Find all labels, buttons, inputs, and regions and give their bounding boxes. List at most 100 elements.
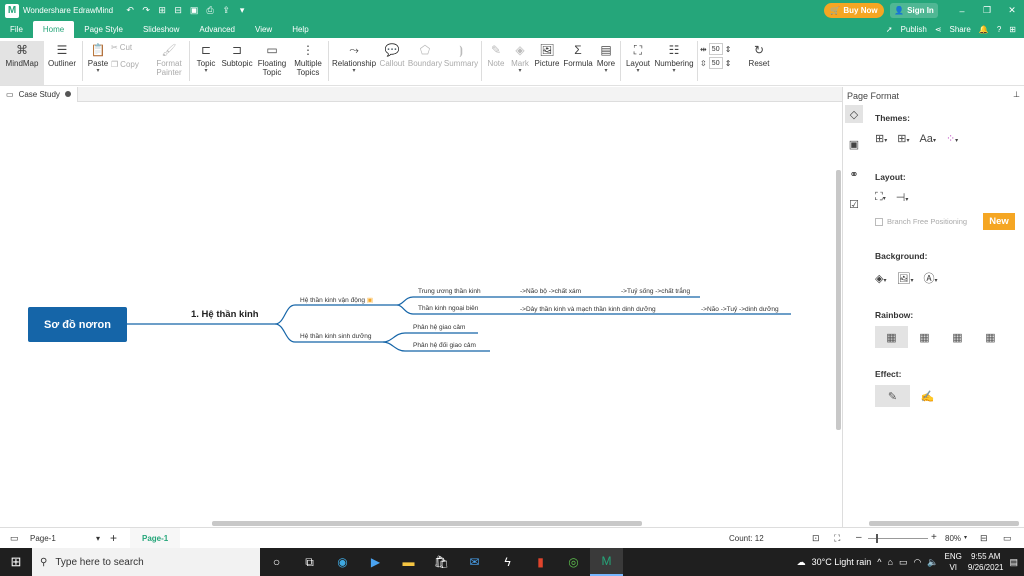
- chevron-down-icon[interactable]: ▾: [964, 534, 967, 541]
- rainbow-row: ▦ ▦ ▦ ▦: [875, 326, 1007, 348]
- branch-free-positioning[interactable]: Branch Free Positioning: [875, 217, 967, 226]
- connector-branch-1-sub-1: [396, 296, 493, 306]
- new-badge: New: [983, 213, 1015, 230]
- winamp-icon[interactable]: ϟ: [491, 548, 524, 576]
- clock[interactable]: 9:55 AM 9/26/2021: [968, 551, 1004, 573]
- main-topic[interactable]: 1. Hệ thần kinh: [191, 309, 259, 320]
- layout-row: ⛶▾ ⊣▾: [875, 191, 908, 204]
- page-format-panel: Page Format ⊥ ◇ ▣ ⚭ ☑ Themes: ⊞▾ ⊞▾ Aa▾ …: [842, 87, 1024, 527]
- connector-branch-1: [274, 304, 397, 325]
- page-select[interactable]: Page-1 ▾: [30, 532, 100, 545]
- theme-layout-icon[interactable]: ⊞▾: [897, 132, 909, 145]
- zoom-out-icon[interactable]: –: [856, 532, 862, 543]
- canvas-vertical-scrollbar[interactable]: [836, 170, 841, 430]
- file-explorer-icon[interactable]: ▬: [392, 548, 425, 576]
- branch-free-label: Branch Free Positioning: [887, 217, 968, 226]
- color-scheme-icon[interactable]: ⁘▾: [946, 132, 958, 145]
- clipart-tab-icon[interactable]: ▣: [845, 135, 863, 153]
- fullscreen-icon[interactable]: ⛶: [834, 533, 840, 544]
- fit-page-icon[interactable]: ⊡: [812, 533, 820, 544]
- branch-free-checkbox[interactable]: [875, 217, 883, 226]
- language-indicator[interactable]: ENG VI: [945, 551, 962, 573]
- volume-icon[interactable]: 🔈: [927, 557, 938, 568]
- structure-icon[interactable]: ⛶▾: [875, 191, 886, 204]
- topic-branch-2-sub-1[interactable]: Phân hệ giao cảm: [413, 324, 465, 331]
- connector-style-icon[interactable]: ⊣▾: [896, 191, 909, 204]
- topic-sub-1-a[interactable]: ->Não bộ ->chất xám: [520, 288, 581, 295]
- effect-pen-icon[interactable]: ✎: [875, 385, 910, 407]
- chevron-down-icon: ▾: [95, 534, 100, 543]
- format-tab-icon[interactable]: ⚭: [845, 165, 863, 183]
- topic-branch-1-label: Hệ thần kinh vận động: [300, 297, 366, 304]
- topic-sub-1-b[interactable]: ->Tuỷ sống ->chất trắng: [621, 288, 690, 295]
- add-page-icon[interactable]: +: [110, 531, 117, 545]
- page-panel-icon[interactable]: ▭: [10, 533, 19, 544]
- themes-row: ⊞▾ ⊞▾ Aa▾ ⁘▾: [875, 132, 958, 146]
- wifi-icon[interactable]: ◠: [913, 557, 921, 568]
- page-select-value: Page-1: [30, 534, 56, 543]
- topic-sub-2-b[interactable]: ->Não ->Tuỷ ->dinh dưỡng: [701, 306, 779, 313]
- effect-handdrawn-icon[interactable]: ✍: [910, 385, 945, 407]
- background-image-icon[interactable]: 🖼▾: [896, 272, 913, 285]
- zoom-level[interactable]: 80%: [945, 534, 961, 543]
- clock-time: 9:55 AM: [971, 552, 1001, 561]
- media-player-icon[interactable]: ▶: [359, 548, 392, 576]
- clock-date: 9/26/2021: [967, 563, 1004, 572]
- edrawmind-taskbar-icon[interactable]: M: [590, 548, 623, 576]
- layout-title: Layout:: [875, 172, 906, 182]
- windows-taskbar: ⊞ ⚲ Type here to search ○ ⧉ ◉ ▶ ▬ 🛍 ✉ ϟ …: [0, 548, 1024, 576]
- rainbow-option-2-icon[interactable]: ▦: [908, 326, 941, 348]
- rainbow-title: Rainbow:: [875, 310, 914, 320]
- page-format-tab-icon[interactable]: ◇: [845, 105, 863, 123]
- zoom-in-icon[interactable]: +: [931, 532, 937, 543]
- background-title: Background:: [875, 251, 928, 261]
- rainbow-option-4-icon[interactable]: ▦: [974, 326, 1007, 348]
- notifications-icon[interactable]: ▤: [1009, 557, 1018, 568]
- effect-title: Effect:: [875, 369, 902, 379]
- topic-branch-1[interactable]: Hệ thần kinh vận động ▣: [300, 296, 373, 304]
- pin-icon[interactable]: ⊥: [1013, 90, 1020, 99]
- search-placeholder: Type here to search: [55, 556, 144, 568]
- search-icon: ⚲: [40, 556, 48, 568]
- topic-sub-2-a[interactable]: ->Dây thần kinh và mạch thần kinh dinh d…: [520, 306, 656, 313]
- presentation-icon[interactable]: ▭: [1003, 533, 1012, 544]
- mail-icon[interactable]: ✉: [458, 548, 491, 576]
- rainbow-option-1-icon[interactable]: ▦: [875, 326, 908, 348]
- effect-row: ✎ ✍: [875, 385, 945, 407]
- fit-window-icon[interactable]: ⊟: [980, 533, 988, 544]
- topic-branch-2[interactable]: Hệ thần kinh sinh dưỡng: [300, 333, 372, 340]
- topic-branch-2-sub-2[interactable]: Phân hệ đối giao cảm: [413, 342, 476, 349]
- status-bar: ▭ Page-1 ▾ + Page-1 Count: 12 ⊡ ⛶ – + 80…: [0, 527, 1024, 549]
- tray-chevron-icon[interactable]: ^: [877, 557, 881, 567]
- task-view-icon[interactable]: ⧉: [293, 548, 326, 576]
- language-top: ENG: [944, 552, 962, 561]
- theme-icon[interactable]: ⊞▾: [875, 132, 887, 145]
- store-icon[interactable]: 🛍: [425, 548, 458, 576]
- note-icon[interactable]: ▣: [367, 297, 373, 304]
- windows-start-icon[interactable]: ⊞: [0, 548, 32, 576]
- cortana-icon[interactable]: ○: [260, 548, 293, 576]
- rainbow-option-3-icon[interactable]: ▦: [941, 326, 974, 348]
- weather-text[interactable]: 30°C Light rain: [812, 557, 872, 567]
- office-icon[interactable]: ▮: [524, 548, 557, 576]
- canvas-horizontal-scrollbar[interactable]: [212, 521, 642, 526]
- task-tab-icon[interactable]: ☑: [845, 195, 863, 213]
- font-icon[interactable]: Aa▾: [919, 133, 935, 145]
- watermark-icon[interactable]: Ⓐ▾: [923, 270, 937, 286]
- edge-icon[interactable]: ◉: [326, 548, 359, 576]
- topic-branch-1-sub-2[interactable]: Thần kinh ngoại biên: [418, 305, 478, 312]
- battery-icon[interactable]: ▭: [899, 557, 908, 568]
- taskbar-search[interactable]: ⚲ Type here to search: [32, 548, 260, 576]
- network-icon[interactable]: ⌂: [888, 557, 893, 567]
- weather-icon: ☁: [796, 556, 806, 567]
- panel-horizontal-scrollbar[interactable]: [869, 521, 1019, 526]
- panel-title: Page Format: [847, 91, 900, 101]
- topic-branch-1-sub-1[interactable]: Trung ương thần kinh: [418, 288, 481, 295]
- page-tab[interactable]: Page-1: [130, 528, 181, 549]
- connector-branch-2-sub-1: [382, 332, 478, 343]
- chrome-icon[interactable]: ◎: [557, 548, 590, 576]
- fill-icon[interactable]: ◈▾: [875, 272, 886, 285]
- zoom-slider-handle[interactable]: [876, 534, 878, 543]
- language-bottom: VI: [949, 563, 957, 572]
- central-topic[interactable]: Sơ đồ nơron: [28, 307, 127, 342]
